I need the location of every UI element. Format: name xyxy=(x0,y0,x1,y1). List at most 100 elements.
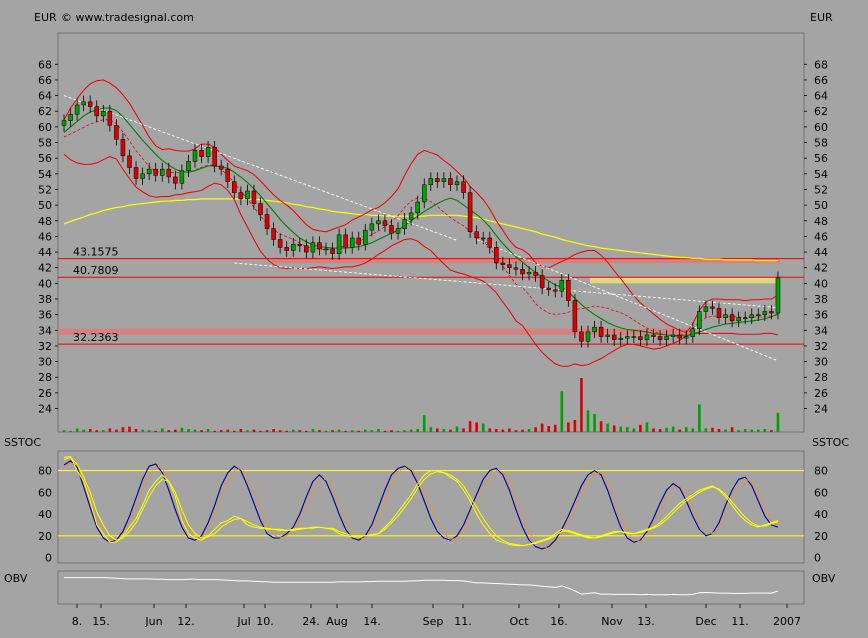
price-ytick-right: 46 xyxy=(814,230,828,243)
volume-bar xyxy=(573,420,577,432)
candle-body xyxy=(533,272,538,276)
volume-bar xyxy=(134,429,138,432)
volume-bar xyxy=(278,430,282,432)
candle-body xyxy=(448,178,453,186)
volume-bar xyxy=(75,428,79,432)
x-axis-label: Sep xyxy=(423,615,444,628)
price-ytick-left: 46 xyxy=(38,230,52,243)
x-axis-label: 15. xyxy=(92,615,110,628)
candle-body xyxy=(304,245,309,253)
volume-bar xyxy=(508,428,511,432)
price-ytick-left: 52 xyxy=(38,183,52,196)
volume-bar xyxy=(82,429,85,432)
volume-bar xyxy=(128,426,131,432)
candle-body xyxy=(592,326,597,333)
price-ytick-left: 40 xyxy=(38,277,52,290)
price-ytick-right: 52 xyxy=(814,183,828,196)
volume-bar xyxy=(560,391,564,432)
candle-body xyxy=(611,334,617,340)
candle-body xyxy=(435,178,440,182)
candle-body xyxy=(395,228,401,234)
volume-bar xyxy=(246,430,249,432)
candle-body xyxy=(697,311,702,329)
price-ytick-right: 64 xyxy=(814,90,828,103)
candle-body xyxy=(415,201,420,214)
candle-body xyxy=(520,269,525,275)
volume-bar xyxy=(593,414,596,432)
candle-body xyxy=(736,317,741,322)
x-axis-label: Jun xyxy=(144,615,162,628)
stoch-ytick-left: 0 xyxy=(45,552,52,565)
volume-bar xyxy=(206,429,210,432)
x-axis-label: 11. xyxy=(731,615,749,628)
volume-bar xyxy=(403,430,406,432)
volume-bar xyxy=(259,430,262,432)
price-ytick-left: 66 xyxy=(38,74,52,87)
volume-bar xyxy=(331,430,334,432)
volume-bar xyxy=(213,430,216,432)
volume-bar xyxy=(390,430,393,432)
price-ytick-left: 44 xyxy=(38,246,52,259)
candle-body xyxy=(173,176,178,184)
volume-bar xyxy=(501,429,505,432)
chart: 43.157540.780932.2363 SSTOC SSTOC OBV OBV … xyxy=(0,0,868,638)
volume-bar xyxy=(540,423,544,432)
candle-body xyxy=(114,125,119,140)
candle-body xyxy=(605,334,610,337)
candle-body xyxy=(749,314,754,319)
volume-bar xyxy=(717,429,721,432)
candle-body xyxy=(323,248,329,251)
candle-body xyxy=(742,317,748,320)
volume-bar xyxy=(750,429,754,432)
volume-bar xyxy=(436,428,439,432)
obv-title-right: OBV xyxy=(812,572,836,585)
candle-body xyxy=(526,272,532,275)
price-ytick-left: 26 xyxy=(38,387,52,400)
volume-bar xyxy=(481,423,485,432)
candle-body xyxy=(513,267,519,270)
volume-bar xyxy=(724,429,727,432)
volume-bar xyxy=(567,422,570,432)
price-ytick-right: 40 xyxy=(814,277,828,290)
volume-bar xyxy=(383,430,387,432)
volume-bar xyxy=(252,429,256,432)
volume-bar xyxy=(763,429,767,432)
volume-bar xyxy=(534,427,537,432)
volume-bar xyxy=(422,415,426,432)
volume-bar xyxy=(324,430,328,432)
candle-body xyxy=(212,146,217,167)
volume-bar xyxy=(147,430,151,432)
volume-bar xyxy=(187,429,190,432)
candle-body xyxy=(716,308,722,319)
price-ytick-right: 34 xyxy=(814,324,828,337)
level-label: 40.7809 xyxy=(73,264,119,277)
volume-bar xyxy=(174,429,177,432)
volume-bar xyxy=(200,430,203,432)
stoch-ytick-right: 0 xyxy=(814,552,821,565)
x-axis-label: Oct xyxy=(509,615,529,628)
volume-bar xyxy=(141,429,144,432)
candle-body xyxy=(120,139,126,157)
volume-bar xyxy=(357,430,361,432)
price-ytick-right: 42 xyxy=(814,262,828,275)
candle-body xyxy=(775,277,781,314)
currency-label-right: EUR xyxy=(810,11,833,24)
stoch-ytick-right: 20 xyxy=(814,530,828,543)
currency-label-left: EUR xyxy=(34,11,57,24)
volume-bar xyxy=(160,428,164,432)
volume-bar xyxy=(298,430,302,432)
price-ytick-left: 34 xyxy=(38,324,52,337)
volume-bar xyxy=(239,429,243,432)
volume-bar xyxy=(475,422,478,432)
volume-bar xyxy=(619,426,623,432)
volume-bar xyxy=(776,412,780,432)
x-axis-label: Jul xyxy=(236,615,250,628)
candle-body xyxy=(723,314,728,319)
stoch-ytick-right: 40 xyxy=(814,508,828,521)
volume-bar xyxy=(88,429,92,432)
volume-bar xyxy=(193,429,197,432)
volume-bar xyxy=(462,428,465,432)
volume-bar xyxy=(580,378,583,432)
volume-bar xyxy=(121,427,125,432)
volume-bar xyxy=(409,429,413,432)
